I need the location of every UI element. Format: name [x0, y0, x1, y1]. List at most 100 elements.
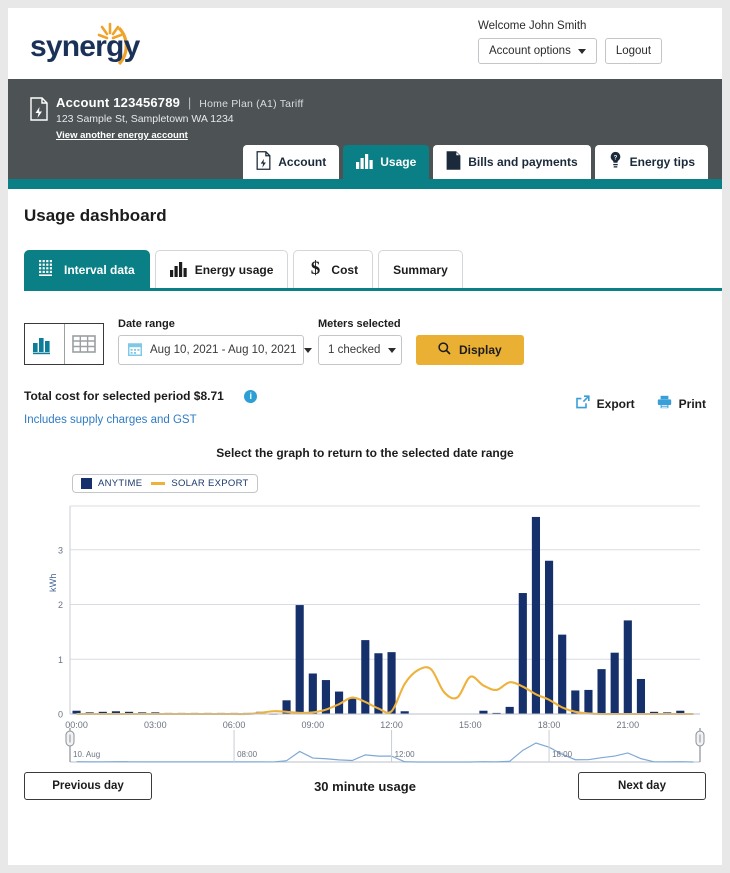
print-icon	[657, 395, 672, 412]
nav-tab-bills-label: Bills and payments	[468, 155, 578, 169]
account-address: 123 Sample St, Sampletown WA 1234	[56, 113, 234, 125]
bar-chart-icon	[356, 152, 373, 172]
tariff-label: Home Plan (A1) Tariff	[199, 98, 304, 110]
account-options-button[interactable]: Account options	[478, 38, 597, 64]
account-options-label: Account options	[489, 45, 571, 57]
account-band: Account 123456789 | Home Plan (A1) Tarif…	[8, 79, 722, 189]
date-range-input[interactable]: Aug 10, 2021 - Aug 10, 2021	[118, 335, 313, 365]
chevron-down-icon	[388, 347, 397, 353]
nav-tab-account[interactable]: Account	[243, 145, 340, 179]
meters-select[interactable]: 1 checked	[318, 335, 402, 365]
usage-interval-label: 30 minute usage	[314, 778, 416, 794]
tab-summary[interactable]: Summary	[378, 250, 463, 288]
chart-bar	[636, 678, 646, 714]
chevron-down-icon	[577, 48, 586, 54]
total-cost-text: Total cost for selected period $8.71	[24, 389, 224, 403]
print-button[interactable]: Print	[657, 395, 706, 412]
navigator-handle-right	[695, 730, 705, 747]
previous-day-button[interactable]: Previous day	[24, 772, 152, 800]
export-button[interactable]: Export	[575, 395, 635, 412]
main-nav: Account Usage Bills and payments ? Energ…	[8, 145, 722, 179]
svg-text:10. Aug: 10. Aug	[73, 750, 100, 759]
bar-chart-icon	[169, 260, 187, 280]
svg-text:$: $	[311, 258, 321, 278]
svg-text:21:00: 21:00	[617, 720, 640, 730]
svg-text:1: 1	[58, 655, 63, 665]
tab-energy-usage-label: Energy usage	[194, 262, 274, 277]
nav-tab-usage[interactable]: Usage	[343, 145, 430, 179]
chart-svg[interactable]: 0 1 2 3 00:00 03:00 06:00 09:00 12:00 15:00 18:00 2…	[24, 502, 706, 764]
chevron-down-icon	[304, 347, 313, 353]
lightbulb-icon: ?	[608, 151, 623, 173]
logout-button[interactable]: Logout	[604, 38, 663, 64]
legend-item-anytime[interactable]: ANYTIME	[81, 478, 142, 489]
legend-item-solar-export[interactable]: SOLAR EXPORT	[151, 478, 248, 489]
nav-tab-energy-tips-label: Energy tips	[629, 155, 695, 169]
nav-tab-account-label: Account	[278, 155, 327, 169]
heading-separator: |	[187, 95, 192, 110]
export-label: Export	[596, 396, 635, 411]
calendar-icon	[127, 342, 143, 359]
svg-text:03:00: 03:00	[144, 720, 167, 730]
logout-label: Logout	[615, 45, 652, 57]
meters-label: Meters selected	[318, 318, 401, 330]
search-icon	[438, 342, 451, 358]
legend-label-solar-export: SOLAR EXPORT	[171, 478, 249, 489]
info-icon[interactable]: i	[244, 390, 258, 403]
display-button[interactable]: Display	[416, 335, 524, 365]
cost-row: Total cost for selected period $8.71 i I…	[24, 387, 706, 426]
bill-icon	[446, 151, 461, 173]
print-label: Print	[678, 396, 706, 411]
chart-bar	[597, 669, 606, 714]
view-chart-button[interactable]	[25, 324, 64, 364]
dollar-icon: $	[308, 258, 323, 281]
svg-text:12:00: 12:00	[395, 750, 416, 759]
cost-line: Total cost for selected period $8.71 i	[24, 387, 258, 405]
document-bolt-icon	[30, 97, 48, 121]
navigator-handle-left	[65, 730, 75, 747]
tab-cost[interactable]: $ Cost	[293, 250, 374, 288]
svg-text:15:00: 15:00	[459, 720, 482, 730]
chart-bar	[544, 560, 554, 714]
includes-charges-link[interactable]: Includes supply charges and GST	[24, 414, 257, 426]
view-table-button[interactable]	[63, 324, 104, 364]
svg-text:18:00: 18:00	[538, 720, 561, 730]
welcome-area: Welcome John Smith Account options Logou…	[472, 20, 712, 64]
nav-tab-energy-tips[interactable]: ? Energy tips	[594, 145, 708, 179]
nav-tab-usage-label: Usage	[380, 155, 417, 169]
next-day-button[interactable]: Next day	[578, 772, 706, 800]
chart-bar	[374, 653, 383, 714]
export-icon	[575, 395, 590, 412]
chart-bar	[610, 652, 619, 714]
cost-block: Total cost for selected period $8.71 i I…	[24, 387, 258, 426]
chart-container[interactable]: ANYTIME SOLAR EXPORT kWh 0 1 2 3 00:00 03:00 0…	[24, 474, 706, 764]
chart-plot[interactable]: 0 1 2 3 00:00 03:00 06:00 09:00 12:00 15:00 18:00 2…	[24, 502, 706, 764]
svg-text:08:00: 08:00	[237, 750, 258, 759]
svg-text:06:00: 06:00	[223, 720, 246, 730]
synergy-logo[interactable]: synergy	[24, 20, 164, 70]
tab-interval-data[interactable]: Interval data	[24, 250, 150, 288]
meters-group: Meters selected 1 checked	[318, 318, 402, 365]
app-card: synergy Welcome John Smith Account optio…	[8, 8, 722, 865]
svg-text:2: 2	[58, 600, 63, 610]
page-root: synergy Welcome John Smith Account optio…	[0, 0, 730, 873]
chart-bar	[295, 605, 304, 714]
chart-bar	[518, 593, 527, 714]
account-label: Account	[56, 95, 110, 110]
view-another-account-link[interactable]: View another energy account	[56, 130, 188, 141]
chart-bar	[505, 706, 514, 714]
subtab-rule	[24, 288, 722, 291]
top-bar: synergy Welcome John Smith Account optio…	[8, 8, 722, 79]
tab-energy-usage[interactable]: Energy usage	[154, 250, 289, 288]
svg-text:?: ?	[613, 156, 617, 162]
svg-text:00:00: 00:00	[65, 720, 88, 730]
nav-tab-bills[interactable]: Bills and payments	[433, 145, 591, 179]
chart-bar	[348, 698, 357, 714]
legend-swatch-solar-export	[151, 482, 166, 485]
account-number: 123456789	[113, 95, 181, 110]
sub-tabs: Interval data Energy usage $ Cost Summar…	[24, 250, 722, 291]
display-label: Display	[459, 343, 502, 357]
grid-chart-icon	[39, 259, 56, 280]
chart-bar	[584, 689, 593, 714]
document-bolt-icon	[256, 151, 271, 173]
